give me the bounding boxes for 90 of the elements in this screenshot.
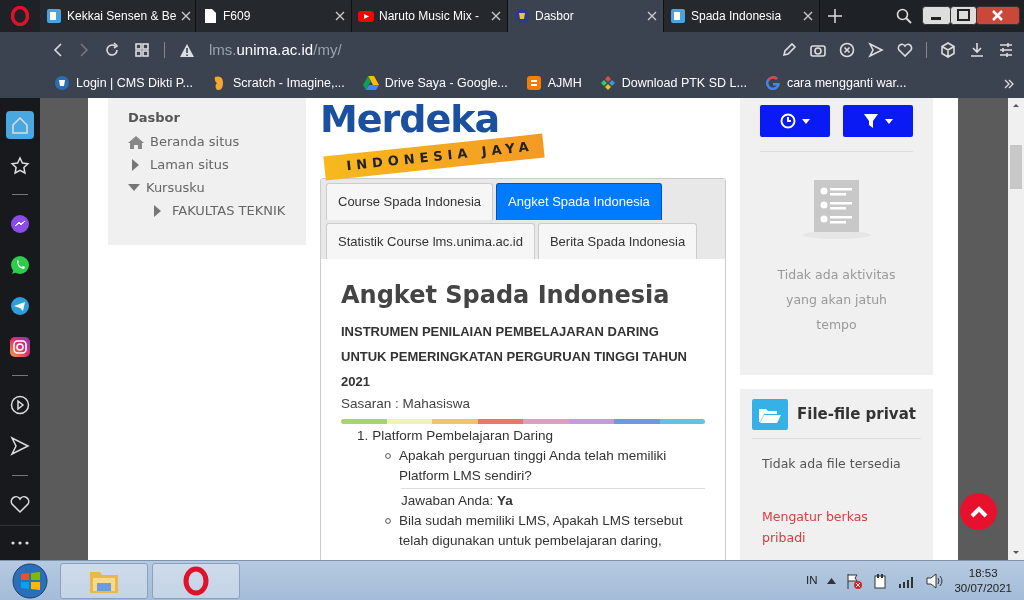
nav-link[interactable]: FAKULTAS TEKNIK bbox=[172, 200, 286, 221]
nav-link[interactable]: Kursusku bbox=[146, 177, 205, 198]
taskbar-button[interactable] bbox=[152, 562, 240, 599]
reload-icon[interactable] bbox=[104, 42, 120, 58]
close-icon[interactable] bbox=[647, 11, 657, 21]
browser-tab[interactable]: Spada Indonesia bbox=[664, 0, 820, 32]
caret-right-icon[interactable] bbox=[132, 158, 139, 171]
close-icon[interactable] bbox=[803, 11, 813, 21]
browser-tab[interactable]: Naruto Music Mix - bbox=[352, 0, 508, 32]
chevron-icon[interactable] bbox=[1004, 78, 1014, 89]
caret-down-icon[interactable] bbox=[128, 183, 140, 192]
google-favicon bbox=[764, 75, 781, 91]
caret-down-icon bbox=[802, 118, 810, 124]
back-icon[interactable] bbox=[52, 43, 64, 57]
question-text: Bila sudah memiliki LMS, Apakah LMS tersebut telah digunakan untuk pembelajaran daring, bbox=[399, 512, 684, 551]
document-icon bbox=[202, 8, 218, 24]
caret-up-icon[interactable] bbox=[827, 577, 837, 584]
empty-message: Tidak ada file tersedia bbox=[762, 455, 902, 473]
grid-icon[interactable] bbox=[134, 42, 150, 58]
bookmark[interactable]: Drive Saya - Google... bbox=[362, 73, 508, 93]
clock-icon bbox=[780, 113, 796, 129]
diamond-favicon bbox=[599, 75, 616, 91]
bullet-icon bbox=[385, 518, 391, 525]
search-icon[interactable] bbox=[896, 8, 912, 24]
list-number: 1. bbox=[357, 427, 369, 446]
manage-files-link[interactable]: Mengatur berkas pribadi bbox=[762, 505, 892, 548]
logo-ribbon: INDONESIA JAYA bbox=[323, 133, 545, 180]
folder-icon bbox=[752, 399, 788, 430]
edit-icon[interactable] bbox=[781, 42, 797, 58]
caret-down-icon bbox=[885, 118, 893, 124]
clock-date[interactable]: 30/07/2021 bbox=[954, 580, 1012, 596]
close-icon[interactable] bbox=[181, 11, 192, 21]
home-icon bbox=[128, 134, 144, 149]
window-controls-icon[interactable] bbox=[922, 6, 1020, 26]
bookmark[interactable]: cara mengganti war... bbox=[764, 73, 907, 93]
close-circle-icon[interactable] bbox=[839, 42, 855, 58]
tab[interactable]: Course Spada Indonesia bbox=[326, 183, 494, 220]
subheading: INSTRUMEN PENILAIAN PEMBELAJARAN DARING UNTUK PEMERINGKATAN PERGURUAN TINGGI TAHUN 2021 bbox=[341, 323, 688, 391]
heart-icon[interactable] bbox=[897, 42, 913, 58]
target-text: Sasaran : Mahasiswa bbox=[341, 395, 472, 413]
bookmark[interactable]: Scratch - Imagine,... bbox=[210, 73, 345, 93]
drive-favicon bbox=[362, 75, 379, 91]
speaker-icon[interactable] bbox=[926, 572, 945, 589]
play-favicon bbox=[358, 8, 374, 24]
section-title: Platform Pembelajaran Daring bbox=[372, 427, 554, 446]
tab[interactable]: Berita Spada Indonesia bbox=[537, 222, 698, 259]
filter-icon bbox=[863, 113, 879, 129]
site-favicon bbox=[46, 8, 62, 24]
nav-link[interactable]: Beranda situs bbox=[150, 131, 240, 152]
tab[interactable]: Statistik Course lms.unima.ac.id bbox=[326, 222, 535, 259]
browser-tab[interactable]: F609 bbox=[196, 0, 352, 32]
flag-icon[interactable] bbox=[846, 572, 863, 589]
settings-icon[interactable] bbox=[998, 42, 1014, 58]
bullet-icon bbox=[385, 453, 391, 460]
close-icon[interactable] bbox=[491, 11, 501, 21]
new-tab-icon[interactable] bbox=[828, 9, 842, 23]
filter-button[interactable] bbox=[843, 105, 913, 137]
cube-icon[interactable] bbox=[940, 42, 956, 58]
answer-text: Jawaban Anda: Ya bbox=[401, 488, 705, 512]
clock-time[interactable]: 18:53 bbox=[954, 565, 1012, 581]
camera-icon[interactable] bbox=[810, 42, 826, 58]
language-indicator[interactable]: IN bbox=[805, 571, 818, 590]
chevron-up-icon bbox=[969, 505, 988, 518]
card-title: File-file privat bbox=[797, 404, 916, 426]
crest-favicon bbox=[54, 75, 70, 91]
more-icon[interactable] bbox=[11, 540, 29, 545]
browser-tab[interactable]: Kekkai Sensen & Be bbox=[40, 0, 196, 32]
list-icon bbox=[801, 180, 872, 240]
crest-favicon bbox=[514, 8, 530, 24]
nav-heading: Dasbor bbox=[128, 109, 181, 127]
site-favicon bbox=[670, 8, 686, 24]
sort-button[interactable] bbox=[760, 105, 830, 137]
send-icon[interactable] bbox=[868, 42, 884, 58]
bookmark[interactable]: Login | CMS Dikti P... bbox=[54, 73, 193, 93]
home-icon[interactable] bbox=[6, 110, 34, 139]
caret-right-icon[interactable] bbox=[154, 204, 161, 217]
close-icon[interactable] bbox=[335, 11, 345, 21]
blogger-favicon bbox=[525, 75, 542, 91]
empty-message: Tidak ada aktivitas yang akan jatuh tempo bbox=[776, 266, 897, 334]
download-icon[interactable] bbox=[969, 42, 985, 58]
tab[interactable]: Angket Spada Indonesia bbox=[496, 183, 662, 220]
bookmark[interactable]: AJMH bbox=[525, 73, 582, 93]
opera-logo-icon bbox=[183, 565, 209, 596]
page-heading: Angket Spada Indonesia bbox=[341, 280, 671, 311]
opera-logo-icon[interactable] bbox=[11, 6, 29, 26]
question-text: Apakah perguruan tinggi Anda telah memiliki Platform LMS sendiri? bbox=[399, 447, 668, 486]
warning-icon bbox=[179, 42, 195, 58]
nav-link[interactable]: Laman situs bbox=[150, 154, 229, 175]
browser-tab[interactable]: Dasbor bbox=[508, 0, 664, 32]
bookmark[interactable]: Download PTK SD L... bbox=[599, 73, 747, 93]
